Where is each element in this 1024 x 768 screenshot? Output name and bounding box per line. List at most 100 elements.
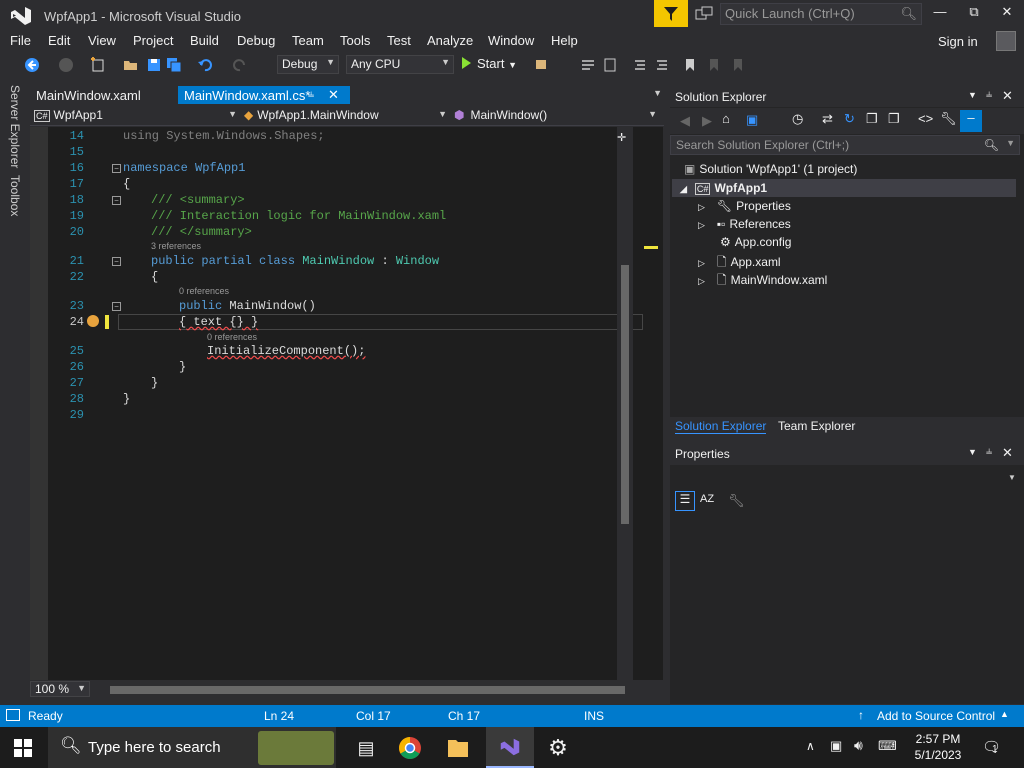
comment-icon[interactable] bbox=[632, 57, 648, 73]
network-icon[interactable]: ▣ bbox=[830, 738, 842, 754]
avatar[interactable] bbox=[996, 31, 1016, 51]
tool-window-icon[interactable] bbox=[534, 57, 550, 73]
collapse-icon[interactable]: − bbox=[112, 302, 121, 311]
volume-icon[interactable]: 🔊︎ bbox=[854, 737, 863, 754]
chevron-down-icon[interactable]: ▼ bbox=[653, 88, 662, 98]
close-icon[interactable]: ✕ bbox=[328, 87, 339, 103]
menu-analyze[interactable]: Analyze bbox=[427, 33, 473, 48]
tree-item-mainwindow-xaml[interactable]: ▷ 🗋︎ MainWindow.xaml bbox=[698, 271, 827, 289]
back-icon[interactable]: ◀ bbox=[680, 113, 690, 129]
new-project-icon[interactable] bbox=[90, 57, 106, 73]
tree-item-app-xaml[interactable]: ▷ 🗋︎ App.xaml bbox=[698, 253, 781, 271]
bookmark-icon[interactable] bbox=[682, 57, 698, 73]
next-bookmark-icon[interactable] bbox=[730, 57, 746, 73]
navigate-icon[interactable] bbox=[580, 57, 596, 73]
back-icon[interactable] bbox=[24, 57, 40, 73]
property-pages-icon[interactable]: 🔧︎ bbox=[728, 493, 745, 509]
sign-in-link[interactable]: Sign in bbox=[938, 34, 978, 49]
collapse-icon[interactable]: − bbox=[112, 164, 121, 173]
view-code-icon[interactable]: <> bbox=[918, 111, 933, 126]
tab-mainwindow-xaml-cs[interactable]: MainWindow.xaml.cs* ⫨ ✕ bbox=[178, 86, 350, 104]
horizontal-scroll-thumb[interactable] bbox=[110, 686, 625, 694]
properties-icon[interactable]: 🔧︎ bbox=[940, 111, 957, 127]
close-button[interactable]: ✕ bbox=[995, 4, 1019, 24]
code-editor[interactable]: 14 using System.Windows.Shapes; 15 16 − … bbox=[30, 127, 663, 680]
pin-icon[interactable]: ⫨ bbox=[986, 445, 992, 458]
taskbar-search-box[interactable]: 🔍︎ Type here to search bbox=[48, 727, 336, 768]
menu-build[interactable]: Build bbox=[190, 33, 219, 48]
menu-view[interactable]: View bbox=[88, 33, 116, 48]
output-icon[interactable] bbox=[6, 709, 20, 721]
history-icon[interactable]: ◷ bbox=[792, 111, 803, 127]
tree-item-app-config[interactable]: ⚙︎ App.config bbox=[720, 235, 791, 253]
refresh-icon[interactable]: ↻ bbox=[844, 111, 855, 127]
uncomment-icon[interactable] bbox=[654, 57, 670, 73]
chrome-icon[interactable] bbox=[390, 731, 430, 765]
close-icon[interactable]: ✕ bbox=[1002, 88, 1013, 104]
collapse-icon[interactable]: − bbox=[112, 257, 121, 266]
menu-tools[interactable]: Tools bbox=[340, 33, 370, 48]
split-icon[interactable]: ✛ bbox=[617, 131, 626, 144]
tree-item-references[interactable]: ▷ ▪▫ References bbox=[698, 217, 791, 235]
forward-icon[interactable]: ▶ bbox=[702, 113, 712, 129]
windows-start-icon[interactable] bbox=[14, 739, 32, 757]
tree-item-solution[interactable]: ▣ Solution 'WpfApp1' (1 project) bbox=[684, 162, 857, 180]
taskbar-clock[interactable]: 2:57 PM 5/1/2023 bbox=[906, 731, 970, 763]
solution-platform-select[interactable]: Any CPU ▼ bbox=[346, 55, 454, 74]
tab-team-explorer[interactable]: Team Explorer bbox=[778, 419, 855, 433]
categorized-icon[interactable]: ☰ bbox=[675, 491, 695, 511]
pin-icon[interactable]: ⫨ bbox=[308, 88, 314, 101]
solution-search-input[interactable]: Search Solution Explorer (Ctrl+;) 🔍︎ ▼ bbox=[670, 135, 1020, 155]
chevron-down-icon[interactable]: ▼ bbox=[1008, 473, 1016, 482]
chevron-down-icon[interactable]: ▼ bbox=[968, 90, 977, 100]
server-explorer-tab[interactable]: Server Explorer bbox=[8, 85, 22, 168]
menu-help[interactable]: Help bbox=[551, 33, 578, 48]
show-all-files-icon[interactable]: ❐ bbox=[888, 111, 900, 127]
undo-icon[interactable] bbox=[197, 57, 213, 73]
tree-item-project[interactable]: ◢ C# WpfApp1 bbox=[680, 181, 767, 199]
close-icon[interactable]: ✕ bbox=[1002, 445, 1013, 461]
settings-gear-icon[interactable]: ⚙︎ bbox=[538, 731, 578, 765]
toolbox-tab[interactable]: Toolbox bbox=[8, 175, 22, 216]
menu-file[interactable]: File bbox=[10, 33, 31, 48]
codelens-references[interactable]: 3 references bbox=[151, 241, 201, 251]
menu-test[interactable]: Test bbox=[387, 33, 411, 48]
pending-changes-icon[interactable]: ⇄ bbox=[822, 111, 833, 127]
codelens-references[interactable]: 0 references bbox=[207, 332, 257, 342]
pin-icon[interactable]: ⫨ bbox=[986, 88, 992, 101]
keyboard-icon[interactable]: ⌨︎ bbox=[878, 738, 897, 754]
tab-mainwindow-xaml[interactable]: MainWindow.xaml bbox=[30, 86, 147, 104]
open-file-icon[interactable] bbox=[123, 57, 139, 73]
menu-window[interactable]: Window bbox=[488, 33, 534, 48]
add-to-source-control-button[interactable]: Add to Source Control bbox=[877, 709, 995, 723]
home-icon[interactable]: ⌂ bbox=[722, 111, 730, 126]
alphabetical-icon[interactable]: AZ bbox=[700, 493, 714, 505]
restore-button[interactable]: ⧉ bbox=[962, 4, 986, 24]
tab-solution-explorer[interactable]: Solution Explorer bbox=[675, 419, 767, 434]
outline-icon[interactable] bbox=[602, 57, 618, 73]
notifications-button[interactable] bbox=[654, 0, 688, 27]
forward-icon[interactable] bbox=[58, 57, 74, 73]
prev-bookmark-icon[interactable] bbox=[706, 57, 722, 73]
sync-icon[interactable]: ▣ bbox=[746, 112, 758, 128]
type-dropdown[interactable]: ◆ WpfApp1.MainWindow ▼ bbox=[244, 108, 450, 124]
project-dropdown[interactable]: C# WpfApp1 ▼ bbox=[34, 108, 240, 124]
zoom-select[interactable]: 100 % ▼ bbox=[30, 681, 90, 697]
solution-configuration-select[interactable]: Debug ▼ bbox=[277, 55, 339, 74]
member-dropdown[interactable]: ⬢ MainWindow() ▼ bbox=[454, 108, 660, 124]
codelens-references[interactable]: 0 references bbox=[179, 286, 229, 296]
save-icon[interactable] bbox=[146, 57, 162, 73]
task-view-icon[interactable]: ▤ bbox=[346, 731, 386, 765]
save-all-icon[interactable] bbox=[166, 57, 182, 73]
tree-item-properties[interactable]: ▷ 🔧︎ Properties bbox=[698, 199, 791, 217]
chevron-down-icon[interactable]: ▼ bbox=[1006, 138, 1015, 148]
action-center-button[interactable]: 🗨︎ 1 bbox=[982, 738, 1004, 756]
feedback-icon[interactable] bbox=[694, 5, 714, 23]
visual-studio-taskbar-button[interactable] bbox=[486, 727, 534, 768]
minimize-button[interactable]: — bbox=[928, 4, 952, 24]
file-explorer-icon[interactable] bbox=[438, 731, 478, 765]
menu-project[interactable]: Project bbox=[133, 33, 173, 48]
preview-icon[interactable]: ‒ bbox=[960, 110, 982, 132]
quick-launch-input[interactable]: Quick Launch (Ctrl+Q) 🔍︎ bbox=[720, 3, 922, 25]
menu-team[interactable]: Team bbox=[292, 33, 324, 48]
